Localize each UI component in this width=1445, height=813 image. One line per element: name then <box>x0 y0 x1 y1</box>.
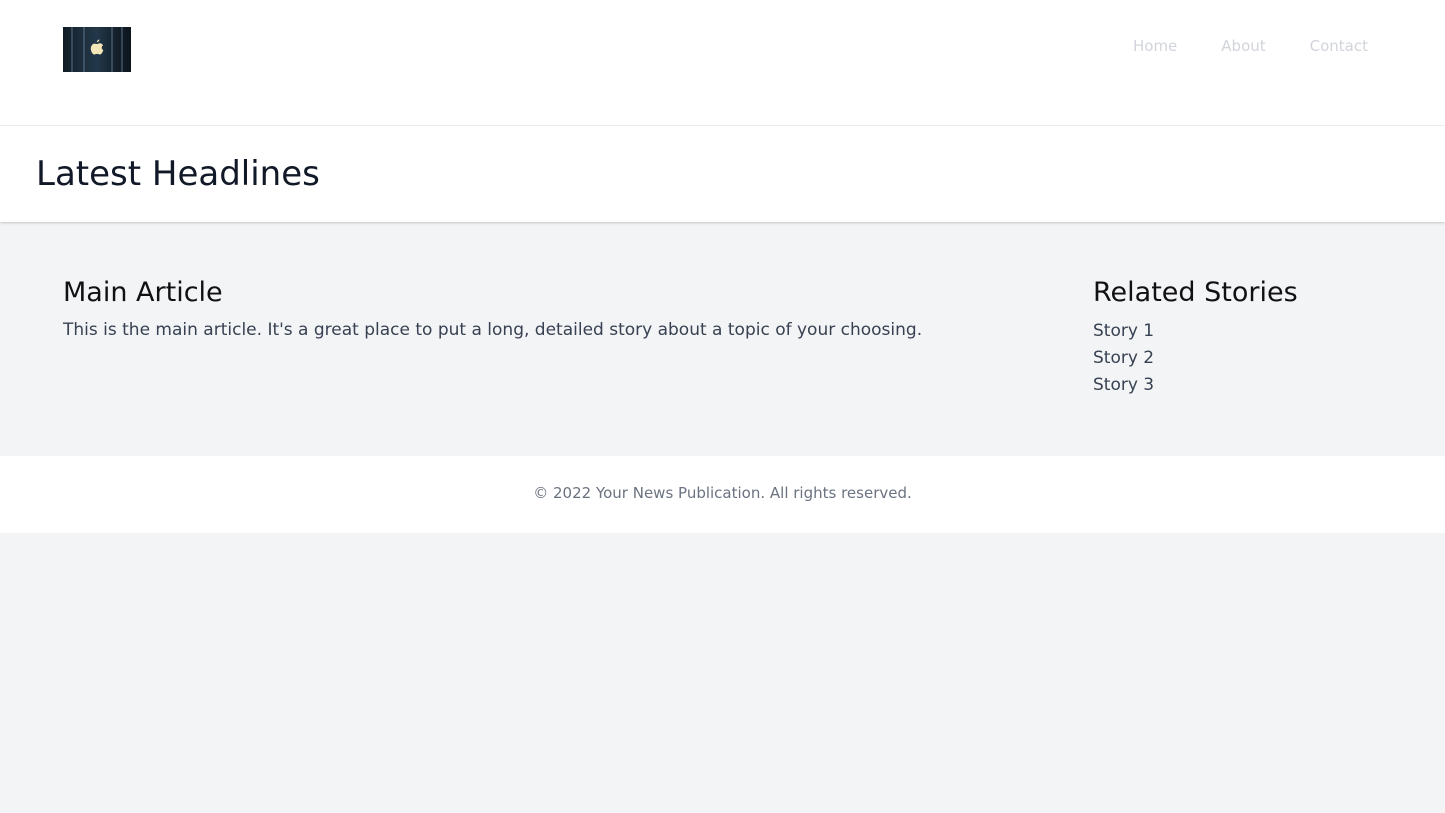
logo-stripe <box>121 27 123 72</box>
site-logo[interactable] <box>63 27 131 72</box>
logo-stripe <box>83 27 85 72</box>
related-story-item[interactable]: Story 3 <box>1093 372 1393 399</box>
apple-logo-icon <box>90 39 104 55</box>
nav-link-about[interactable]: About <box>1221 36 1265 56</box>
related-story-item[interactable]: Story 2 <box>1093 345 1393 372</box>
nav-link-home[interactable]: Home <box>1133 36 1177 56</box>
related-stories-title: Related Stories <box>1093 277 1298 308</box>
related-stories-list: Story 1 Story 2 Story 3 <box>1093 318 1393 399</box>
copyright-text: © 2022 Your News Publication. All rights… <box>533 484 912 502</box>
main-article: Main Article This is the main article. I… <box>63 276 963 342</box>
main-article-body: This is the main article. It's a great p… <box>63 320 923 340</box>
top-navigation-bar: Home About Contact <box>0 0 1445 126</box>
headline-banner: Latest Headlines <box>0 126 1445 222</box>
related-stories: Related Stories Story 1 Story 2 Story 3 <box>1093 276 1393 399</box>
main-nav: Home About Contact <box>1089 36 1368 56</box>
main-article-title: Main Article <box>63 277 223 308</box>
logo-stripe <box>111 27 113 72</box>
logo-stripe <box>71 27 73 72</box>
page-title: Latest Headlines <box>36 154 320 194</box>
related-story-item[interactable]: Story 1 <box>1093 318 1393 345</box>
nav-link-contact[interactable]: Contact <box>1310 36 1368 56</box>
page-footer: © 2022 Your News Publication. All rights… <box>0 456 1445 533</box>
